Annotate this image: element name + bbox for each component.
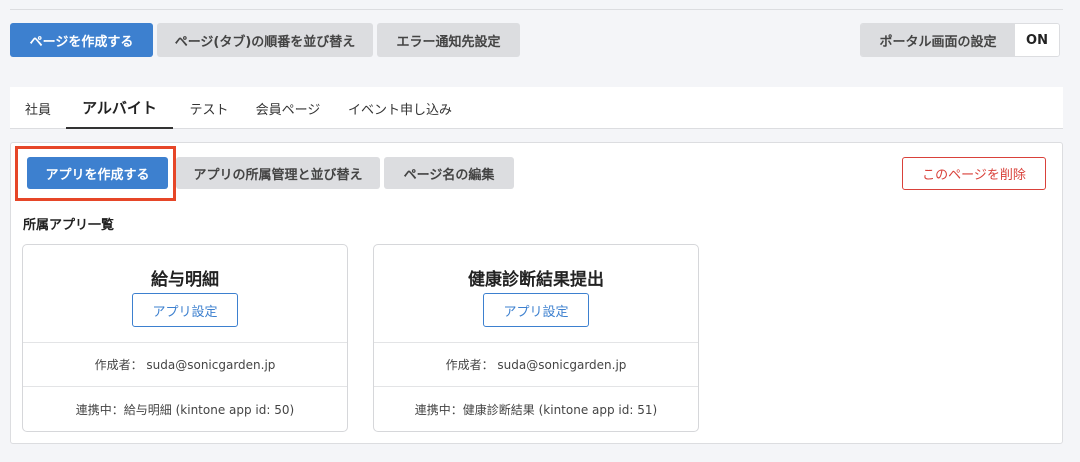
app-author: 作成者： suda@sonicgarden.jp	[374, 342, 698, 386]
app-card: 健康診断結果提出 アプリ設定 作成者： suda@sonicgarden.jp …	[373, 244, 699, 432]
page-tabs: 社員 アルバイト テスト 会員ページ イベント申し込み	[10, 87, 1063, 129]
manage-apps-button[interactable]: アプリの所属管理と並び替え	[176, 157, 380, 189]
app-card: 給与明細 アプリ設定 作成者： suda@sonicgarden.jp 連携中：…	[22, 244, 348, 432]
highlight-box	[15, 146, 176, 201]
app-author: 作成者： suda@sonicgarden.jp	[23, 342, 347, 386]
app-settings-button[interactable]: アプリ設定	[483, 293, 589, 327]
reorder-pages-button[interactable]: ページ(タブ)の順番を並び替え	[157, 23, 373, 57]
portal-settings-toggle[interactable]: ポータル画面の設定 ON	[860, 23, 1060, 57]
top-divider	[10, 9, 1063, 10]
app-linked-info: 連携中：健康診断結果 (kintone app id: 51)	[374, 386, 698, 432]
tab-members-page[interactable]: 会員ページ	[248, 87, 328, 129]
app-settings-button[interactable]: アプリ設定	[132, 293, 238, 327]
tab-employees[interactable]: 社員	[16, 87, 60, 129]
tab-test[interactable]: テスト	[178, 87, 240, 129]
edit-page-name-button[interactable]: ページ名の編集	[384, 157, 514, 189]
tab-event-signup[interactable]: イベント申し込み	[340, 87, 460, 129]
portal-state-badge: ON	[1015, 24, 1059, 56]
error-notification-settings-button[interactable]: エラー通知先設定	[377, 23, 520, 57]
portal-settings-label: ポータル画面の設定	[861, 24, 1015, 56]
tab-part-time[interactable]: アルバイト	[66, 87, 173, 129]
app-name: 給与明細	[151, 270, 219, 290]
create-page-button[interactable]: ページを作成する	[10, 23, 153, 57]
app-linked-info: 連携中：給与明細 (kintone app id: 50)	[23, 386, 347, 432]
section-title: 所属アプリ一覧	[23, 218, 115, 233]
app-name: 健康診断結果提出	[468, 270, 604, 290]
delete-page-button[interactable]: このページを削除	[902, 157, 1046, 190]
